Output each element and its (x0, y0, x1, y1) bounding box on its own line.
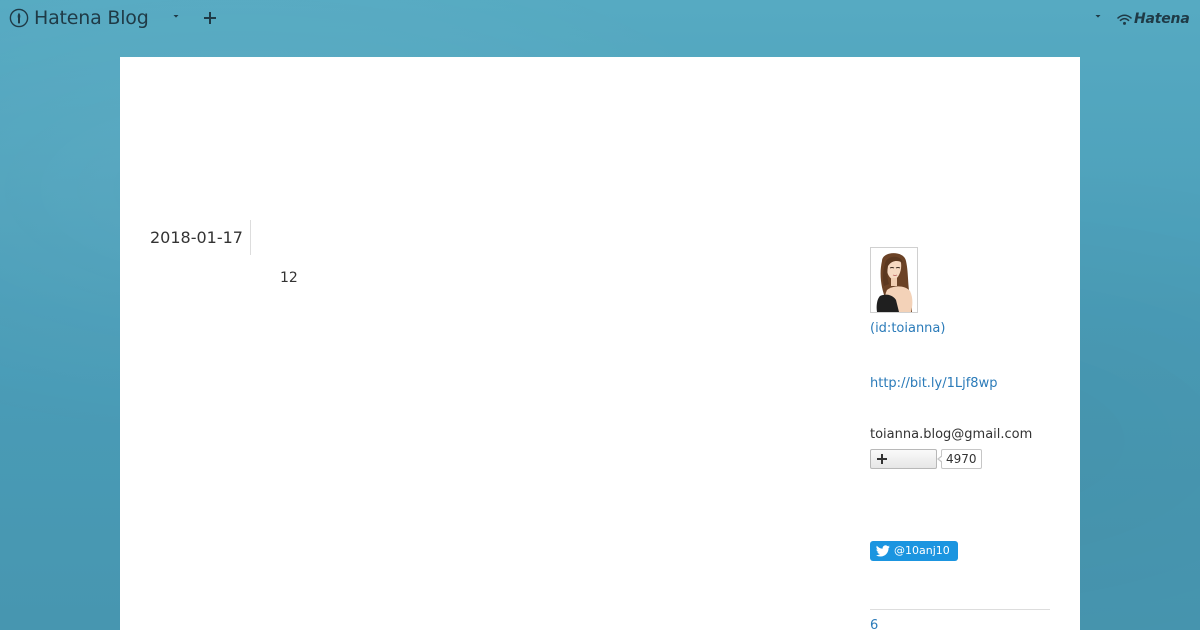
twitter-follow-button[interactable]: @10anj10 (870, 541, 958, 561)
user-menu-caret-icon[interactable] (1094, 12, 1102, 20)
entry-date[interactable]: 2018-01-17 (150, 227, 243, 249)
entry-body: 12 (280, 270, 298, 286)
logo-text: Hatena Blog (34, 7, 149, 29)
date-divider (250, 220, 251, 255)
hatena-link[interactable]: Hatena (1117, 8, 1190, 30)
twitter-handle: @10anj10 (894, 544, 950, 557)
plus-icon (877, 454, 887, 464)
profile-email: toianna.blog@gmail.com (870, 427, 1033, 442)
hatena-link-text: Hatena (1134, 11, 1190, 27)
subscriber-count: 4970 (937, 449, 982, 469)
subscribe-button[interactable] (870, 449, 937, 469)
global-header: Hatena Blog Hatena (0, 0, 1200, 36)
profile-id-link[interactable]: (id:toianna) (870, 321, 945, 336)
blog-container: 2018-01-17 12 (id:toianna) http://bit.ly… (120, 57, 1080, 630)
profile-url-link[interactable]: http://bit.ly/1Ljf8wp (870, 376, 997, 391)
caret-down-icon[interactable] (172, 12, 180, 20)
archive-link[interactable]: 6 (870, 618, 878, 630)
avatar-illustration (876, 253, 913, 312)
hatena-wifi-icon (1117, 14, 1132, 25)
plus-icon[interactable] (202, 10, 218, 26)
hatena-blog-logo[interactable]: Hatena Blog (9, 6, 149, 30)
sidebar-divider (870, 609, 1050, 610)
twitter-bird-icon (876, 545, 890, 557)
profile-avatar[interactable] (870, 247, 918, 313)
hatena-blog-logo-icon (9, 8, 29, 28)
